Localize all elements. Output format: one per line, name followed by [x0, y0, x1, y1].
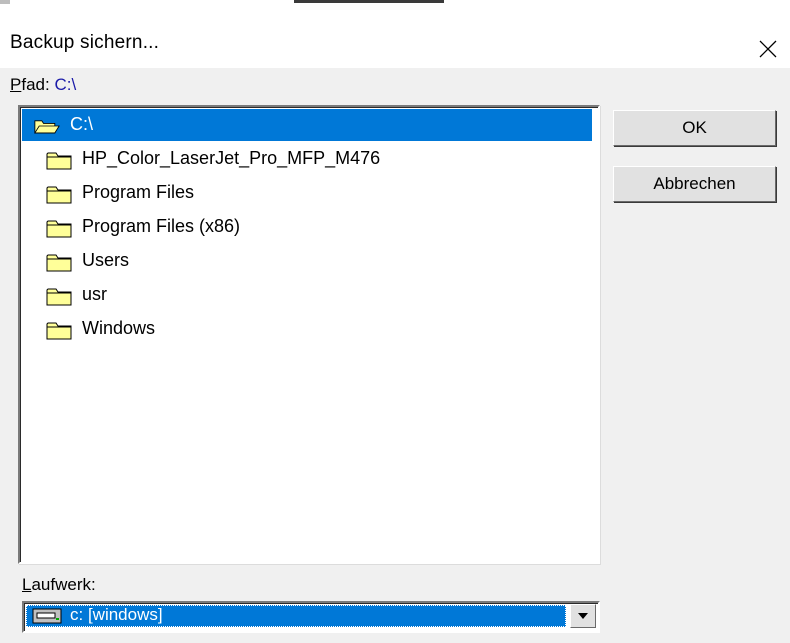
drive-label: Laufwerk:: [22, 575, 96, 595]
close-button[interactable]: [745, 20, 790, 78]
folder-item-root[interactable]: C:\: [20, 109, 594, 141]
folder-item-label: HP_Color_LaserJet_Pro_MFP_M476: [82, 148, 381, 168]
background-edge: [294, 0, 444, 3]
folder-item-label: Users: [82, 250, 130, 270]
folder-icon: [46, 152, 72, 170]
path-value: C:\: [54, 75, 77, 94]
path-label: Pfad: C:\: [10, 75, 76, 95]
drive-value: c: [windows]: [70, 605, 163, 624]
folder-item-usr[interactable]: usr: [20, 279, 594, 311]
folder-item-program-files-x86[interactable]: Program Files (x86): [20, 211, 594, 243]
background-window-strip: [0, 0, 790, 10]
path-label-text: fad:: [21, 75, 50, 94]
folder-icon: [46, 322, 72, 340]
close-icon: [759, 40, 776, 58]
folder-icon: [46, 220, 72, 238]
folder-item-users[interactable]: Users: [20, 245, 594, 277]
dialog-title: Backup sichern...: [10, 32, 160, 53]
folder-item-label: Program Files: [82, 182, 195, 202]
folder-icon: [46, 254, 72, 272]
folder-item-label: usr: [82, 284, 108, 304]
folder-icon: [46, 288, 72, 306]
dropdown-button[interactable]: [570, 604, 596, 628]
selection-highlight: [22, 109, 592, 141]
path-label-accel: P: [10, 75, 22, 94]
folder-icon: [46, 186, 72, 204]
folder-list[interactable]: C:\ HP_Color_LaserJet_Pro_MFP_M476 Progr…: [18, 105, 600, 564]
cancel-button[interactable]: Abbrechen: [613, 166, 776, 202]
folder-item-windows[interactable]: Windows: [20, 313, 594, 345]
drive-label-text: aufwerk:: [31, 575, 96, 594]
folder-item-hp[interactable]: HP_Color_LaserJet_Pro_MFP_M476: [20, 143, 594, 175]
chevron-down-icon: [578, 613, 588, 619]
folder-item-label: Program Files (x86): [82, 216, 241, 236]
folder-item-label: C:\: [70, 114, 94, 134]
drive-icon: [32, 608, 62, 624]
background-edge: [0, 0, 10, 4]
open-folder-icon: [34, 120, 60, 134]
title-bar: Backup sichern...: [0, 10, 790, 68]
ok-button[interactable]: OK: [613, 110, 776, 146]
folder-item-program-files[interactable]: Program Files: [20, 177, 594, 209]
drive-select[interactable]: c: [windows]: [22, 601, 600, 633]
folder-item-label: Windows: [82, 318, 156, 338]
